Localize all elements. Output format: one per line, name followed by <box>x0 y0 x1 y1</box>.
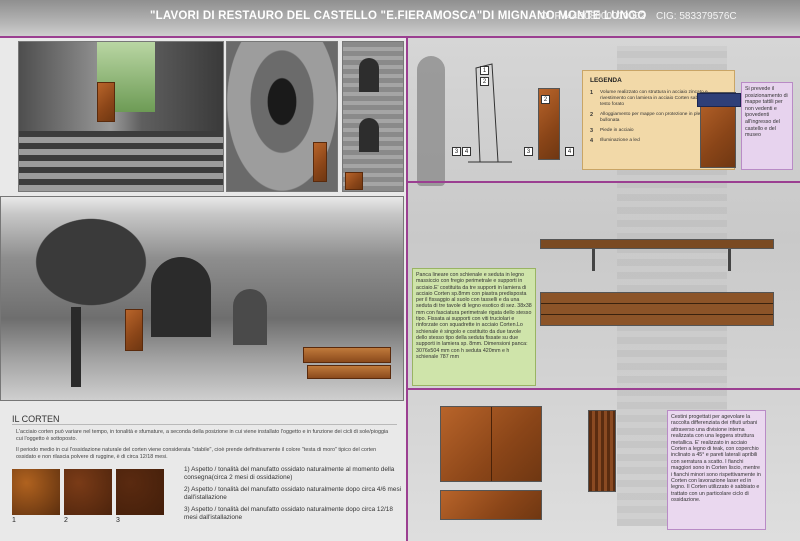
oxidation-step: 3) Aspetto / tonalità del manufatto ossi… <box>184 506 393 521</box>
callout-number: 2 <box>541 95 550 104</box>
oxidation-step: 1) Aspetto / tonalità del manufatto ossi… <box>184 466 395 481</box>
callout-number: 1 <box>480 66 489 75</box>
bench-leg <box>728 249 731 271</box>
photo-tunnel <box>226 41 338 192</box>
photo-tree <box>21 207 161 317</box>
legend-num: 1 <box>590 90 594 96</box>
legend-num: 4 <box>590 138 594 144</box>
callout-number: 4 <box>462 147 471 156</box>
corten-paragraph: Il periodo medio in cui l'ossidazione na… <box>16 447 377 460</box>
bench-description: Panca lineare con schienale e seduta in … <box>412 268 536 386</box>
purple-divider <box>407 181 800 183</box>
bin-front-view <box>440 406 542 482</box>
bench-plank-line <box>541 314 773 315</box>
corten-title: IL CORTEN <box>12 414 60 424</box>
photo-window <box>359 118 379 152</box>
purple-divider-top <box>0 36 800 38</box>
photo-steps <box>19 131 223 191</box>
tactile-map-note: Si prevede il posizionamento di mappe ta… <box>741 82 793 170</box>
corten-swatch-3 <box>116 469 164 515</box>
corten-swatch-1 <box>12 469 60 515</box>
lectern-render <box>97 82 115 122</box>
legend-num: 3 <box>590 128 594 134</box>
oxidation-step: 2) Aspetto / tonalità del manufatto ossi… <box>184 486 402 501</box>
callout-number: 3 <box>524 147 533 156</box>
bench-leg <box>592 249 595 271</box>
photo-staircase <box>18 41 224 192</box>
corten-divider <box>12 424 397 425</box>
legend-text: Alloggiamento per mappe con protezione i… <box>600 112 713 123</box>
bin-render <box>345 172 363 190</box>
bin-panel-split <box>491 407 492 481</box>
cig-code: CIG: 583379576C <box>656 11 737 22</box>
callout-number: 3 <box>452 147 461 156</box>
photo-window <box>359 58 379 92</box>
corten-swatch-2 <box>64 469 112 515</box>
header-bar: "LAVORI DI RESTAURO DEL CASTELLO "E.FIER… <box>0 0 800 36</box>
tactile-map-plate <box>697 93 741 107</box>
swatch-label: 1 <box>12 517 16 524</box>
photo-door <box>233 289 267 345</box>
purple-divider-vertical <box>406 36 408 541</box>
bench-plank-line <box>541 303 773 304</box>
lectern-side-drawing <box>468 63 512 163</box>
corten-paragraph: L'acciaio corten può variare nel tempo, … <box>16 429 389 442</box>
purple-divider <box>407 388 800 390</box>
callout-number: 2 <box>480 77 489 86</box>
lectern-render <box>125 309 143 351</box>
legend-text: Piede in acciaio <box>600 128 634 133</box>
swatch-label: 2 <box>64 517 68 524</box>
tactile-map-lectern <box>697 92 741 168</box>
swatch-label: 3 <box>116 517 120 524</box>
bench-plan-view <box>540 292 774 326</box>
bench-elevation-seat <box>540 239 774 249</box>
photo-arch <box>151 257 211 337</box>
bench-render <box>303 347 391 363</box>
legend-text: Illuminazione a led <box>600 138 640 143</box>
bin-description: Cestini progettati per agevolare la racc… <box>667 410 766 530</box>
callout-number: 4 <box>565 147 574 156</box>
legend-title: LEGENDA <box>590 77 622 84</box>
bin-plan-view <box>440 490 542 520</box>
photo-tree-trunk <box>71 307 81 387</box>
cup-code: CUP I44B08000010002 <box>540 11 646 22</box>
photo-tower-wall <box>342 41 404 192</box>
photo-courtyard <box>0 196 404 401</box>
legend-num: 2 <box>590 112 594 118</box>
bench-render <box>307 365 391 379</box>
bin-side-view <box>588 410 616 492</box>
person-silhouette <box>417 56 445 186</box>
lectern-render <box>313 142 327 182</box>
